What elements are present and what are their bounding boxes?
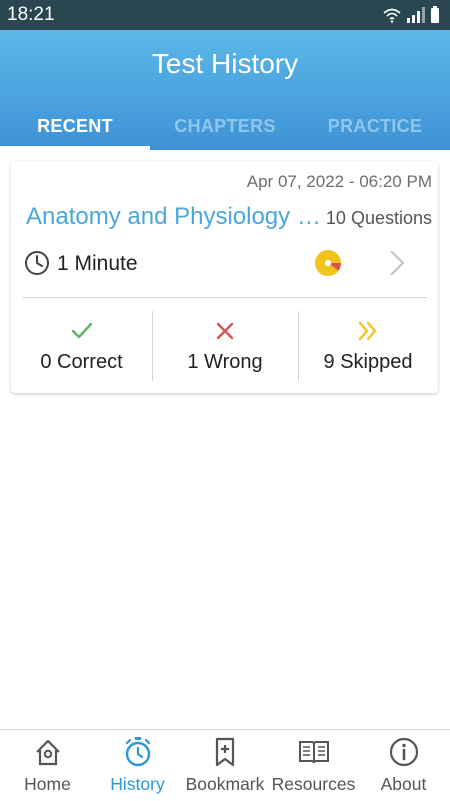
signal-icon (407, 7, 425, 23)
check-icon (71, 322, 92, 339)
skipped-count: 9 Skipped (323, 351, 413, 373)
status-bar: 18:21 (0, 0, 450, 30)
wifi-icon (383, 8, 401, 23)
stat-correct: 0 Correct (11, 311, 152, 379)
nav-history[interactable]: History (95, 730, 180, 801)
score-pie-icon (315, 250, 341, 276)
nav-resources-label: Resources (271, 774, 356, 794)
stat-wrong: 1 Wrong (152, 311, 298, 379)
question-count: 10 Questions (325, 208, 432, 228)
clock-icon (25, 251, 49, 275)
book-icon (298, 741, 329, 764)
nav-about-label: About (380, 774, 427, 794)
nav-history-label: History (110, 774, 165, 794)
cross-icon (216, 322, 234, 340)
bookmark-icon (215, 737, 235, 767)
test-date: Apr 07, 2022 - 06:20 PM (246, 172, 432, 191)
tab-chapters[interactable]: CHAPTERS (150, 116, 300, 137)
page-title: Test History (151, 48, 299, 79)
correct-count: 0 Correct (40, 351, 123, 373)
app-header: Test History RECENT CHAPTERS PRACTICE (0, 30, 450, 150)
nav-bookmark-label: Bookmark (185, 774, 265, 794)
nav-home-label: Home (24, 774, 71, 794)
stat-skipped: 9 Skipped (298, 311, 438, 379)
home-icon (35, 739, 60, 766)
test-title[interactable]: Anatomy and Physiology Chapter Test (26, 203, 321, 231)
double-chevron-right-icon (358, 321, 377, 341)
nav-bookmark[interactable]: Bookmark (180, 730, 270, 801)
status-time: 18:21 (7, 4, 55, 25)
status-icons (383, 6, 439, 23)
tab-indicator (0, 146, 150, 150)
chevron-right-icon[interactable] (388, 248, 406, 278)
wrong-count: 1 Wrong (187, 351, 263, 373)
history-card[interactable]: Apr 07, 2022 - 06:20 PM Anatomy and Phys… (11, 161, 438, 393)
tab-practice[interactable]: PRACTICE (300, 116, 450, 137)
tab-recent[interactable]: RECENT (0, 116, 150, 137)
card-divider (22, 297, 427, 298)
stopwatch-icon (125, 737, 150, 767)
info-icon (389, 737, 418, 767)
nav-resources[interactable]: Resources (270, 730, 357, 801)
battery-icon (431, 6, 439, 23)
nav-home[interactable]: Home (0, 730, 95, 801)
test-duration: 1 Minute (57, 252, 138, 275)
bottom-nav: Home History Bookmark Resources About (0, 729, 450, 801)
nav-about[interactable]: About (357, 730, 450, 801)
